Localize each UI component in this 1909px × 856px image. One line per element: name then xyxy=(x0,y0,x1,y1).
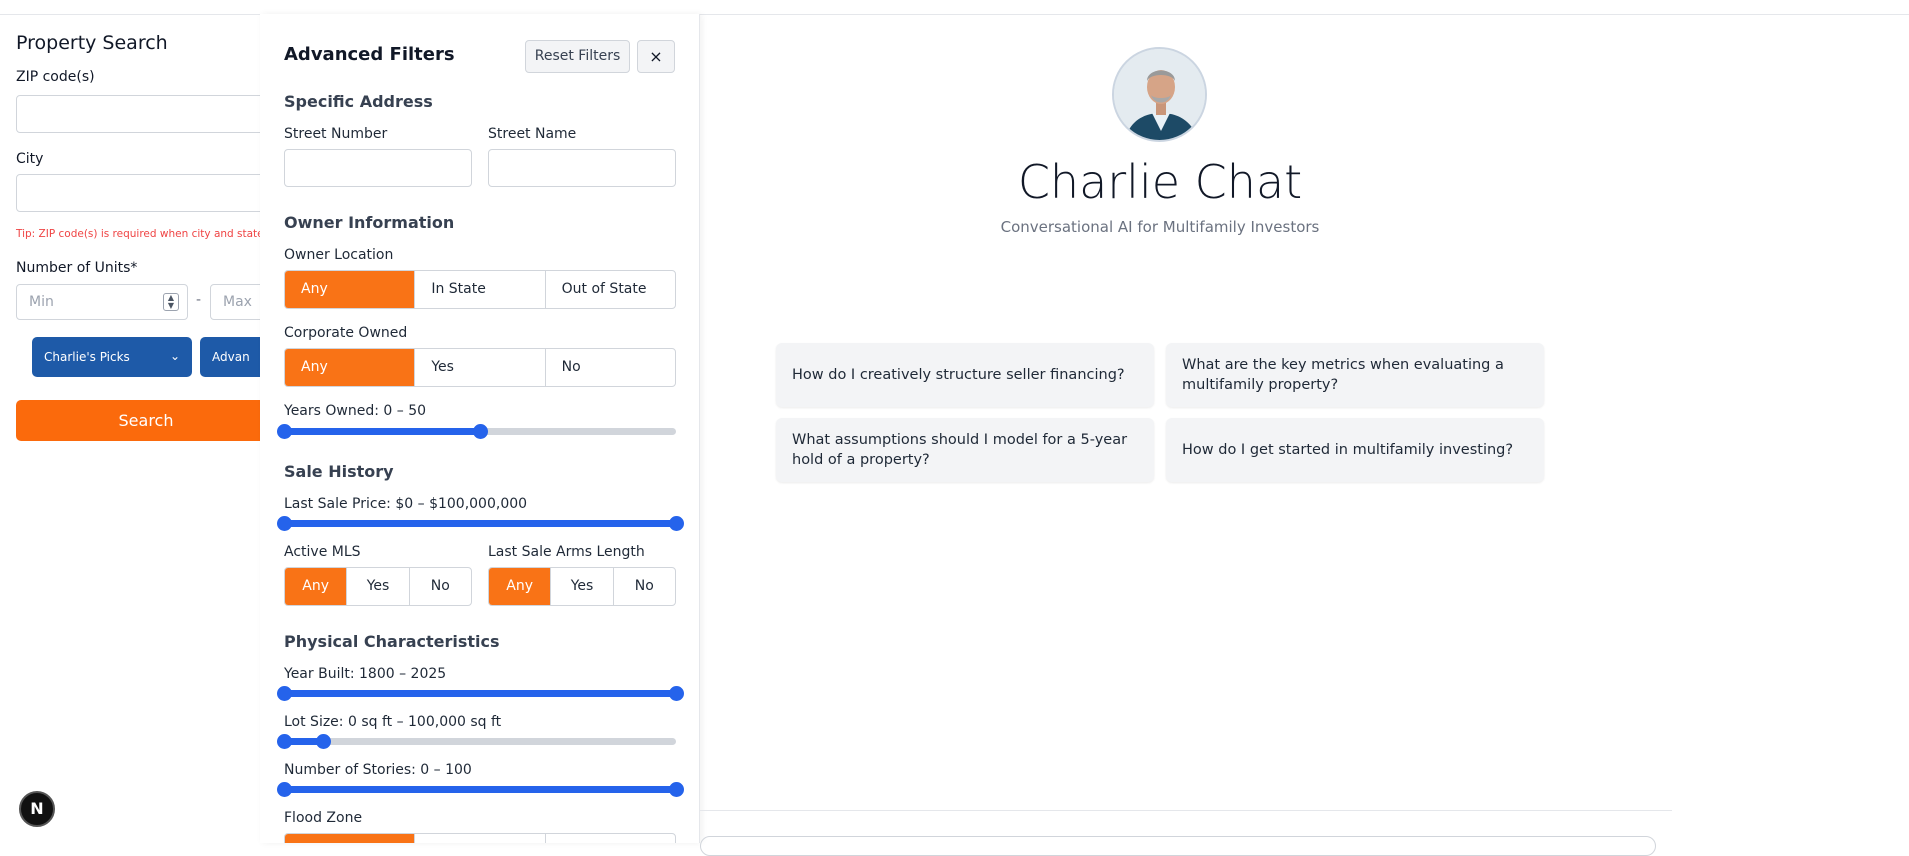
owner-location-out-of-state[interactable]: Out of State xyxy=(544,271,675,308)
property-search-panel: Property Search ZIP code(s) City Tip: ZI… xyxy=(0,0,290,843)
street-name-input[interactable] xyxy=(488,149,676,187)
owner-info-heading: Owner Information xyxy=(284,213,455,232)
slider-max-thumb[interactable] xyxy=(473,424,488,439)
slider-track xyxy=(284,738,676,745)
search-button[interactable]: Search xyxy=(16,400,276,441)
close-icon[interactable]: × xyxy=(637,40,675,73)
chat-title: Charlie Chat xyxy=(1017,155,1303,209)
charlies-picks-dropdown[interactable]: Charlie's Picks ⌄ xyxy=(32,337,192,377)
street-number-label: Street Number xyxy=(284,126,388,142)
years-owned-slider[interactable] xyxy=(277,424,676,439)
owner-location-in-state[interactable]: In State xyxy=(414,271,544,308)
last-sale-price-label: Last Sale Price: $0 – $100,000,000 xyxy=(284,496,528,512)
slider-fill xyxy=(284,786,676,793)
lot-size-slider[interactable] xyxy=(277,734,676,749)
slider-max-thumb[interactable] xyxy=(316,734,332,749)
units-min-input[interactable]: Min ▲ ▼ xyxy=(16,284,188,320)
corporate-owned-any[interactable]: Any xyxy=(285,349,415,386)
corporate-owned-toggle: Any Yes No xyxy=(284,348,676,387)
last-sale-price-slider[interactable] xyxy=(277,516,684,531)
zip-input[interactable] xyxy=(16,95,276,133)
suggestion-card[interactable]: What assumptions should I model for a 5-… xyxy=(776,418,1154,482)
flood-zone-option[interactable] xyxy=(285,834,415,843)
chevron-down-icon: ⌄ xyxy=(169,349,180,363)
years-owned-label: Years Owned: 0 – 50 xyxy=(284,403,427,419)
slider-min-thumb[interactable] xyxy=(277,516,292,531)
suggestion-card[interactable]: How do I creatively structure seller fin… xyxy=(776,343,1154,407)
units-min-placeholder: Min xyxy=(29,294,54,310)
avatar-portrait-icon xyxy=(1114,49,1205,140)
slider-min-thumb[interactable] xyxy=(277,424,292,439)
reset-filters-button[interactable]: Reset Filters xyxy=(525,40,630,73)
charlies-picks-label: Charlie's Picks xyxy=(44,350,130,364)
year-built-slider[interactable] xyxy=(277,686,684,701)
corporate-owned-no[interactable]: No xyxy=(544,349,675,386)
avatar xyxy=(1112,47,1207,142)
active-mls-label: Active MLS xyxy=(284,544,361,560)
spinner-icon[interactable]: ▲ ▼ xyxy=(163,293,179,311)
arms-length-no[interactable]: No xyxy=(612,568,675,605)
city-label: City xyxy=(16,151,44,167)
sale-history-heading: Sale History xyxy=(284,462,394,481)
active-mls-no[interactable]: No xyxy=(408,568,471,605)
flood-zone-option[interactable] xyxy=(544,834,675,843)
city-input[interactable] xyxy=(16,174,276,212)
slider-min-thumb[interactable] xyxy=(277,734,292,749)
active-mls-any[interactable]: Any xyxy=(285,568,347,605)
stories-label: Number of Stories: 0 – 100 xyxy=(284,762,472,778)
advanced-filters-title: Advanced Filters xyxy=(284,44,455,65)
street-number-input[interactable] xyxy=(284,149,472,187)
owner-location-toggle: Any In State Out of State xyxy=(284,270,676,309)
suggestion-card[interactable]: How do I get started in multifamily inve… xyxy=(1166,418,1544,482)
active-mls-yes[interactable]: Yes xyxy=(346,568,408,605)
owner-location-label: Owner Location xyxy=(284,247,394,263)
arms-length-toggle: Any Yes No xyxy=(488,567,676,606)
arms-length-label: Last Sale Arms Length xyxy=(488,544,645,560)
zip-label: ZIP code(s) xyxy=(16,69,95,85)
active-mls-toggle: Any Yes No xyxy=(284,567,472,606)
advanced-filters-panel: Advanced Filters Reset Filters × Specifi… xyxy=(260,14,700,843)
flood-zone-toggle xyxy=(284,833,676,843)
flood-zone-option[interactable] xyxy=(414,834,544,843)
chat-input-divider xyxy=(700,810,1672,811)
units-label: Number of Units* xyxy=(16,260,138,276)
slider-fill xyxy=(284,428,480,435)
stories-slider[interactable] xyxy=(277,782,684,797)
slider-fill xyxy=(284,690,676,697)
chat-input[interactable] xyxy=(700,836,1656,856)
corporate-owned-yes[interactable]: Yes xyxy=(414,349,544,386)
specific-address-heading: Specific Address xyxy=(284,92,433,111)
lot-size-label: Lot Size: 0 sq ft – 100,000 sq ft xyxy=(284,714,502,730)
slider-min-thumb[interactable] xyxy=(277,686,292,701)
physical-heading: Physical Characteristics xyxy=(284,632,500,651)
arms-length-any[interactable]: Any xyxy=(489,568,551,605)
nextjs-dev-icon[interactable]: N xyxy=(19,791,55,827)
arms-length-yes[interactable]: Yes xyxy=(550,568,612,605)
units-max-placeholder: Max xyxy=(223,294,252,310)
slider-fill xyxy=(284,520,676,527)
slider-max-thumb[interactable] xyxy=(669,782,684,797)
zip-tip: Tip: ZIP code(s) is required when city a… xyxy=(16,228,264,240)
owner-location-any[interactable]: Any xyxy=(285,271,415,308)
slider-min-thumb[interactable] xyxy=(277,782,292,797)
slider-max-thumb[interactable] xyxy=(669,686,684,701)
slider-max-thumb[interactable] xyxy=(669,516,684,531)
year-built-label: Year Built: 1800 – 2025 xyxy=(284,666,447,682)
property-search-title: Property Search xyxy=(16,32,168,54)
chat-subtitle: Conversational AI for Multifamily Invest… xyxy=(1000,218,1320,236)
corporate-owned-label: Corporate Owned xyxy=(284,325,408,341)
flood-zone-label: Flood Zone xyxy=(284,810,363,826)
street-name-label: Street Name xyxy=(488,126,577,142)
advanced-filters-label: Advan xyxy=(212,350,250,364)
units-dash: - xyxy=(196,292,202,308)
suggestion-card[interactable]: What are the key metrics when evaluating… xyxy=(1166,343,1544,407)
